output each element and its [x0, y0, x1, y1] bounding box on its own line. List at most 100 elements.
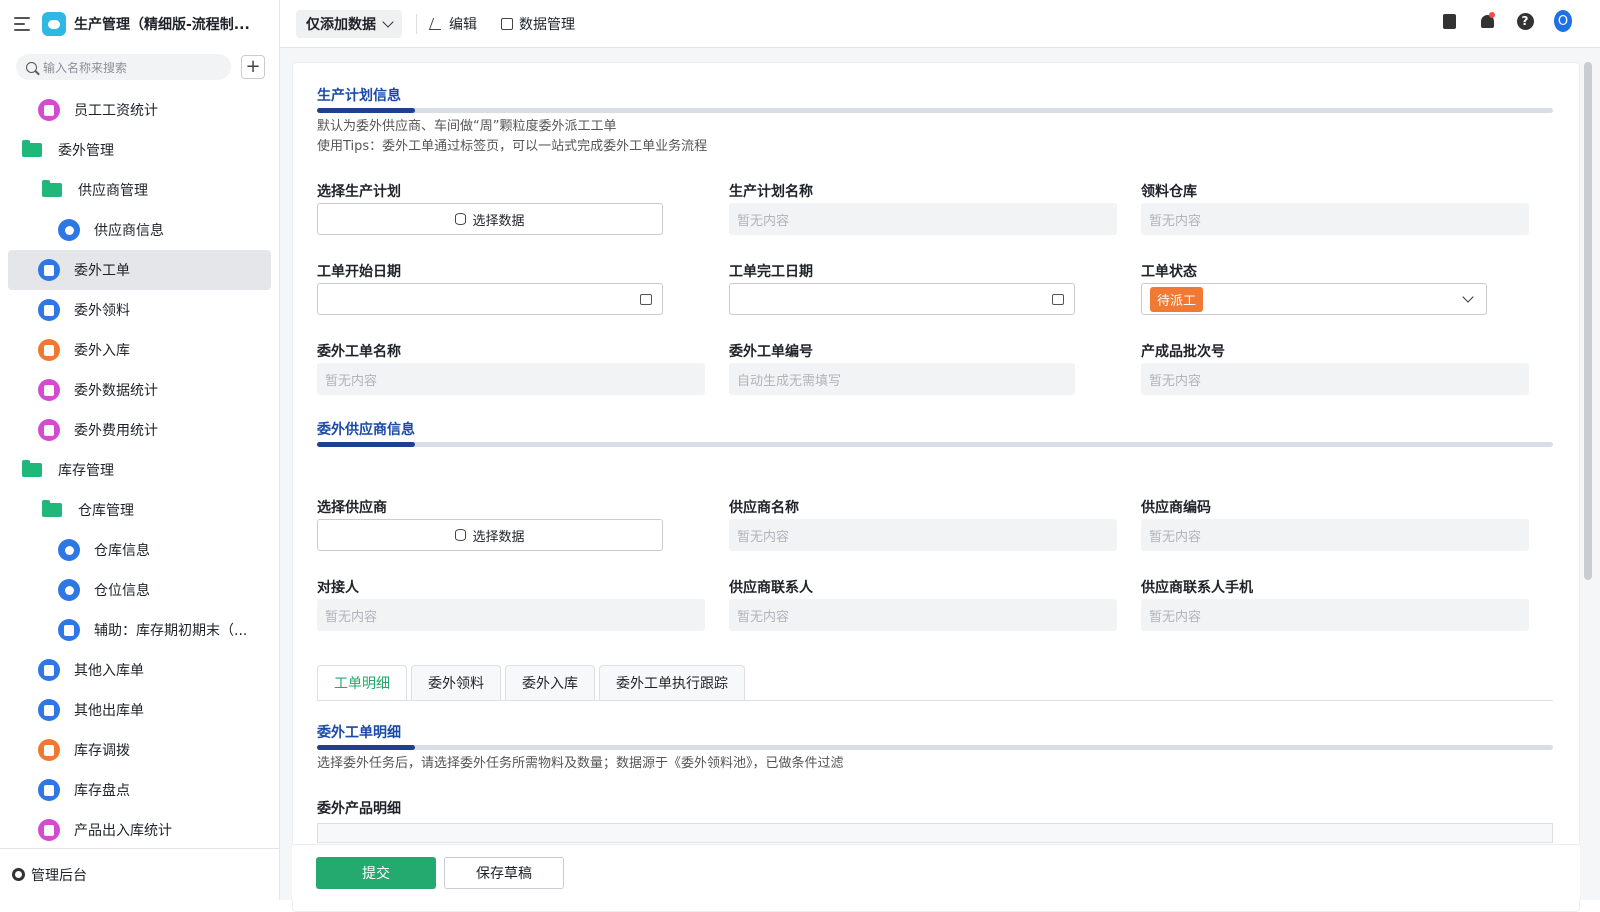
tab-material[interactable]: 委外领料	[411, 665, 501, 700]
field-label: 供应商联系人	[729, 580, 813, 596]
document-icon	[38, 779, 60, 801]
home-icon	[58, 579, 80, 601]
sidebar-item[interactable]: 其他出库单	[8, 690, 271, 730]
section-desc: 默认为委外供应商、车间做“周”颗粒度委外派工工单	[317, 119, 617, 134]
data-manage-button[interactable]: 数据管理	[501, 14, 575, 34]
main-area: 生产计划信息 默认为委外供应商、车间做“周”颗粒度委外派工工单 使用Tips：委…	[280, 48, 1600, 912]
calendar-icon	[640, 294, 652, 305]
section-title-plan: 生产计划信息	[317, 88, 401, 104]
field-label: 选择供应商	[317, 500, 387, 516]
warehouse-field: 暂无内容	[1141, 203, 1529, 235]
section-title-supplier: 委外供应商信息	[317, 422, 415, 438]
gear-icon	[12, 868, 25, 881]
field-label: 工单开始日期	[317, 264, 401, 280]
sidebar-item[interactable]: 产品出入库统计	[8, 810, 271, 850]
sidebar-item[interactable]: 委外领料	[8, 290, 271, 330]
tab-inbound[interactable]: 委外入库	[505, 665, 595, 700]
help-icon[interactable]: ?	[1516, 12, 1534, 30]
sidebar-item[interactable]: 员工工资统计	[8, 90, 271, 130]
sidebar-item[interactable]: 仓位信息	[8, 570, 271, 610]
sidebar-item[interactable]: 库存盘点	[8, 770, 271, 810]
mode-dropdown[interactable]: 仅添加数据	[296, 9, 402, 38]
chart-icon	[38, 379, 60, 401]
sidebar-item[interactable]: 仓库信息	[8, 530, 271, 570]
add-button[interactable]: +	[241, 55, 265, 79]
tab-tracking[interactable]: 委外工单执行跟踪	[599, 665, 745, 700]
field-label: 选择生产计划	[317, 184, 401, 200]
sidebar-item[interactable]: 辅助：库存期初期末（...	[8, 610, 271, 650]
search-placeholder: 输入名称来搜索	[43, 60, 128, 75]
avatar[interactable]: O	[1554, 10, 1572, 32]
end-date-input[interactable]	[729, 283, 1075, 315]
supplier-code-field: 暂无内容	[1141, 519, 1529, 551]
bell-icon[interactable]	[1478, 12, 1496, 30]
search-input[interactable]: 输入名称来搜索	[16, 54, 231, 80]
status-select[interactable]: 待派工	[1141, 283, 1487, 315]
sidebar-item[interactable]: 委外入库	[8, 330, 271, 370]
app-logo-icon	[42, 12, 66, 36]
batch-field: 暂无内容	[1141, 363, 1529, 395]
scrollbar[interactable]	[1584, 62, 1592, 580]
save-draft-button[interactable]: 保存草稿	[444, 856, 564, 889]
sidebar: 生产管理（精细版-流程制... 输入名称来搜索 + 员工工资统计 委外管理 供应…	[0, 0, 280, 900]
home-icon	[58, 539, 80, 561]
sidebar-item[interactable]: 委外管理	[8, 130, 271, 170]
field-label: 供应商联系人手机	[1141, 580, 1253, 596]
table-icon	[501, 17, 513, 30]
sidebar-item[interactable]: 委外数据统计	[8, 370, 271, 410]
document-icon	[38, 699, 60, 721]
subtable-label: 委外产品明细	[317, 801, 401, 817]
notification-dot	[1489, 12, 1495, 18]
database-icon	[455, 529, 467, 541]
user-icon	[58, 219, 80, 241]
sidebar-header: 生产管理（精细版-流程制...	[0, 0, 279, 48]
field-label: 产成品批次号	[1141, 344, 1225, 360]
document-icon	[38, 299, 60, 321]
folder-icon	[42, 500, 62, 517]
submit-button[interactable]: 提交	[316, 856, 436, 889]
sidebar-item[interactable]: 委外费用统计	[8, 410, 271, 450]
section-title-detail: 委外工单明细	[317, 725, 401, 741]
edit-button[interactable]: 编辑	[428, 14, 477, 34]
field-label: 委外工单编号	[729, 344, 813, 360]
tab-order-detail[interactable]: 工单明细	[317, 665, 407, 700]
sidebar-item[interactable]: 供应商管理	[8, 170, 271, 210]
pencil-icon	[428, 17, 446, 30]
field-label: 对接人	[317, 580, 359, 596]
chevron-down-icon	[382, 15, 394, 28]
admin-link[interactable]: 管理后台	[0, 848, 279, 900]
section-desc: 选择委外任务后，请选择委外任务所需物料及数量；数据源于《委外领料池》，已做条件过…	[317, 756, 844, 771]
supplier-phone-field: 暂无内容	[1141, 599, 1529, 631]
section-desc: 使用Tips：委外工单通过标签页，可以一站式完成委外工单业务流程	[317, 139, 708, 154]
app-title[interactable]: 生产管理（精细版-流程制...	[74, 14, 254, 34]
sidebar-nav: 员工工资统计 委外管理 供应商管理 供应商信息 委外工单 委外领料 委外入库 委…	[0, 90, 279, 850]
sidebar-item[interactable]: 库存管理	[8, 450, 271, 490]
select-supplier-button[interactable]: 选择数据	[317, 519, 663, 551]
sidebar-item[interactable]: 供应商信息	[8, 210, 271, 250]
chart-icon	[38, 99, 60, 121]
folder-icon	[42, 180, 62, 197]
field-label: 领料仓库	[1141, 184, 1197, 200]
warehouse-in-icon	[38, 339, 60, 361]
book-icon[interactable]	[1440, 12, 1458, 30]
sidebar-item[interactable]: 仓库管理	[8, 490, 271, 530]
section-divider	[317, 442, 1553, 447]
sidebar-item[interactable]: 库存调拨	[8, 730, 271, 770]
document-icon	[38, 259, 60, 281]
field-label: 生产计划名称	[729, 184, 813, 200]
product-detail-table	[317, 823, 1553, 843]
select-plan-button[interactable]: 选择数据	[317, 203, 663, 235]
contact-field: 暂无内容	[317, 599, 705, 631]
sidebar-item[interactable]: 其他入库单	[8, 650, 271, 690]
menu-icon[interactable]	[14, 17, 30, 31]
order-no-field: 自动生成无需填写	[729, 363, 1075, 395]
plan-name-field: 暂无内容	[729, 203, 1117, 235]
start-date-input[interactable]	[317, 283, 663, 315]
field-label: 工单状态	[1141, 264, 1197, 280]
document-icon	[38, 659, 60, 681]
database-icon	[455, 213, 467, 225]
chart-icon	[38, 819, 60, 841]
sidebar-item-active[interactable]: 委外工单	[8, 250, 271, 290]
supplier-contact-field: 暂无内容	[729, 599, 1117, 631]
form-card: 生产计划信息 默认为委外供应商、车间做“周”颗粒度委外派工工单 使用Tips：委…	[292, 62, 1580, 912]
